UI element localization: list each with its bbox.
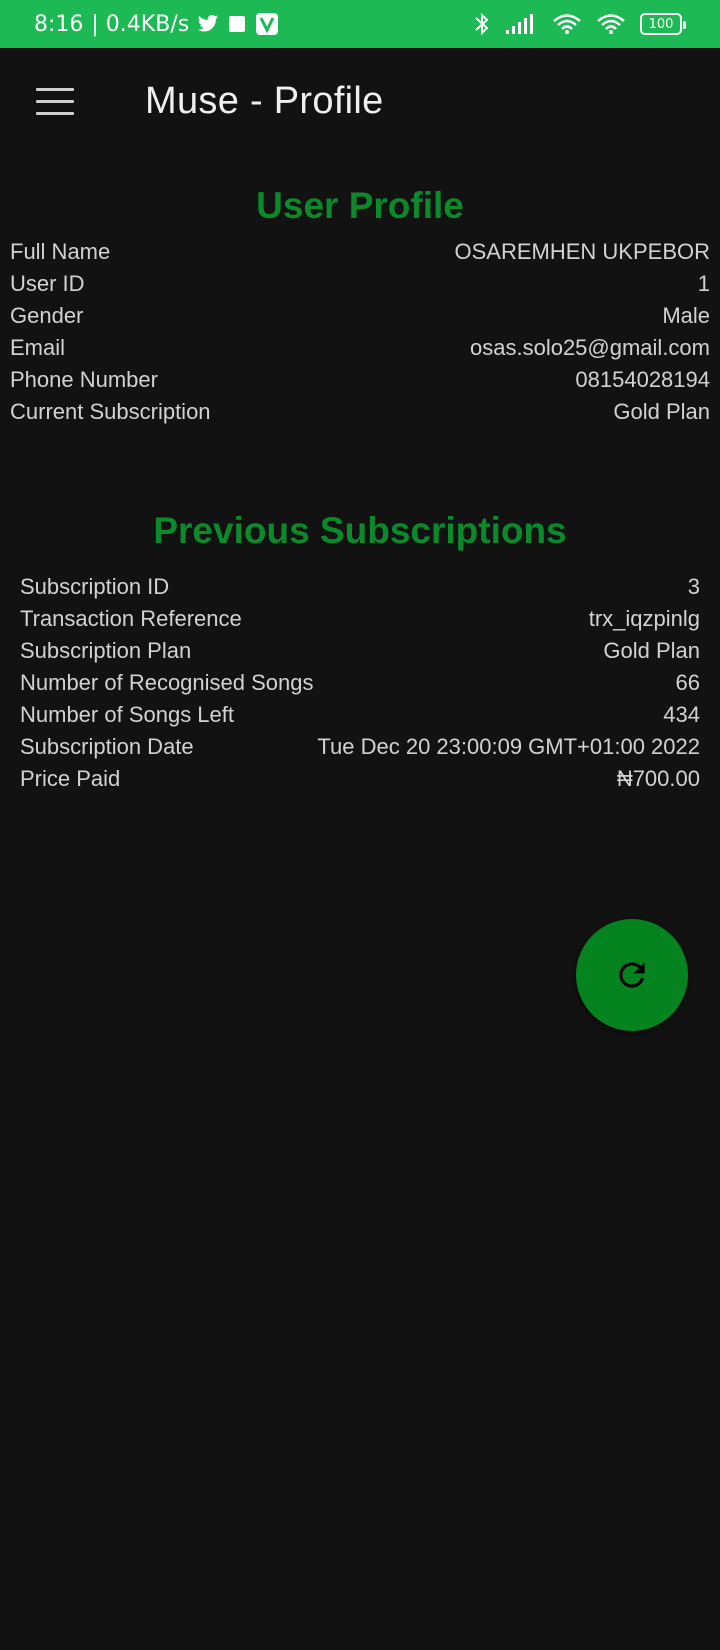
info-label: Price Paid <box>20 766 121 791</box>
info-label: User ID <box>10 271 85 296</box>
info-value: 3 <box>687 574 700 599</box>
bluetooth-icon <box>472 11 492 37</box>
info-row: Subscription Date Tue Dec 20 23:00:09 GMT… <box>20 731 700 763</box>
info-row: Price Paid ₦700.00 <box>20 763 700 795</box>
page-title: Muse - Profile <box>145 80 384 122</box>
info-row: Phone Number 08154028194 <box>10 364 710 396</box>
user-profile-list: Full Name OSAREMHEN UKPEBOR User ID 1 Gender… <box>10 236 710 428</box>
refresh-button[interactable] <box>576 919 688 1031</box>
info-value: ₦700.00 <box>616 766 700 791</box>
info-row: Full Name OSAREMHEN UKPEBOR <box>10 236 710 268</box>
info-row: Email osas.solo25@gmail.com <box>10 332 710 364</box>
info-label: Current Subscription <box>10 399 211 424</box>
info-label: Subscription ID <box>20 574 170 599</box>
info-value: 434 <box>663 702 700 727</box>
previous-subscriptions-list: Subscription ID 3 Transaction Reference trx… <box>20 571 700 795</box>
info-value: 66 <box>675 670 700 695</box>
info-row: Number of Recognised Songs 66 <box>20 667 700 699</box>
square-notification-icon <box>227 14 247 34</box>
twitter-icon <box>197 14 219 34</box>
info-row: Transaction Reference trx_iqzpinlg <box>20 603 700 635</box>
battery-icon: 100 <box>640 13 686 35</box>
app-bar: Muse - Profile <box>0 48 720 160</box>
info-row: Subscription Plan Gold Plan <box>20 635 700 667</box>
info-row: Subscription ID 3 <box>20 571 700 603</box>
status-left: 8:16 | 0.4KB/s <box>34 0 279 48</box>
hamburger-menu-icon[interactable] <box>36 88 76 118</box>
info-label: Phone Number <box>10 367 158 392</box>
battery-level: 100 <box>648 16 674 32</box>
info-value: Male <box>662 303 710 328</box>
info-label: Gender <box>10 303 84 328</box>
status-time: 8:16 <box>34 11 84 37</box>
previous-subscriptions-heading: Previous Subscriptions <box>153 510 567 551</box>
info-value: 1 <box>697 271 710 296</box>
status-right: 100 <box>472 0 686 48</box>
v-app-icon <box>255 12 279 36</box>
info-label: Subscription Date <box>20 734 194 759</box>
info-label: Full Name <box>10 239 111 264</box>
info-value: osas.solo25@gmail.com <box>470 335 710 360</box>
info-value: trx_iqzpinlg <box>588 606 700 631</box>
info-value: Gold Plan <box>613 399 710 424</box>
info-value: Tue Dec 20 23:00:09 GMT+01:00 2022 <box>317 734 700 759</box>
info-row: Number of Songs Left 434 <box>20 699 700 731</box>
wifi-icon <box>552 13 582 35</box>
info-value: OSAREMHEN UKPEBOR <box>454 239 711 264</box>
info-label: Subscription Plan <box>20 638 192 663</box>
status-bar: 8:16 | 0.4KB/s 100 <box>0 0 720 48</box>
info-label: Number of Recognised Songs <box>20 670 314 695</box>
info-row: Current Subscription Gold Plan <box>10 396 710 428</box>
info-value: 08154028194 <box>575 367 710 392</box>
refresh-icon <box>613 956 651 994</box>
wifi-icon <box>596 13 626 35</box>
network-speed: | 0.4KB/s <box>91 11 190 37</box>
info-value: Gold Plan <box>603 638 700 663</box>
info-label: Email <box>10 335 66 360</box>
info-row: User ID 1 <box>10 268 710 300</box>
user-profile-heading: User Profile <box>256 185 464 226</box>
signal-icon <box>506 14 538 34</box>
info-label: Number of Songs Left <box>20 702 235 727</box>
info-label: Transaction Reference <box>20 606 242 631</box>
info-row: Gender Male <box>10 300 710 332</box>
